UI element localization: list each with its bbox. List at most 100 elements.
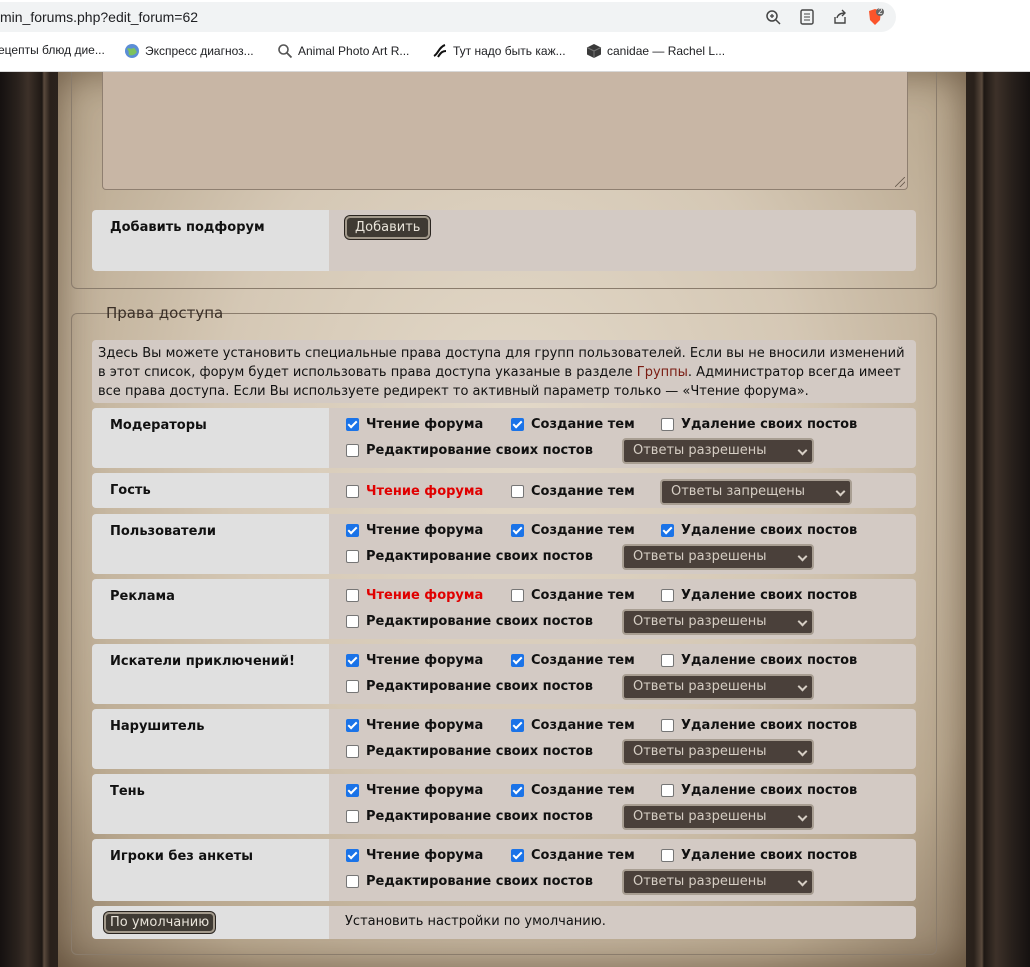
create-permission[interactable]: Создание тем (511, 523, 635, 538)
read-permission[interactable]: Чтение форума (346, 783, 483, 798)
read-permission[interactable]: Чтение форума (346, 588, 483, 603)
edit-permission[interactable]: Редактирование своих постов (346, 679, 593, 694)
read-permission[interactable]: Чтение форума (346, 848, 483, 863)
read-checkbox[interactable] (346, 784, 359, 797)
create-permission[interactable]: Создание тем (511, 848, 635, 863)
reader-mode-icon[interactable] (798, 8, 816, 26)
edit-permission[interactable]: Редактирование своих постов (346, 874, 593, 889)
share-icon[interactable] (831, 8, 849, 26)
description-textarea[interactable] (102, 72, 908, 190)
group-row: Тень Чтение форума Создание тем Удаление св… (92, 774, 916, 834)
create-label: Создание тем (531, 848, 635, 863)
edit-checkbox[interactable] (346, 444, 359, 457)
create-permission[interactable]: Создание тем (511, 417, 635, 432)
brave-shield-icon[interactable]: 2 (866, 7, 884, 26)
read-label: Чтение форума (366, 848, 484, 863)
bookmark-item[interactable]: Экспресс диагноз... (124, 43, 254, 59)
delete-permission[interactable]: Удаление своих постов (661, 523, 857, 538)
zoom-icon[interactable] (764, 8, 782, 26)
group-name: Тень (92, 774, 329, 834)
read-checkbox[interactable] (346, 524, 359, 537)
read-checkbox[interactable] (346, 589, 359, 602)
replies-select[interactable]: Ответы разрешены (622, 739, 814, 765)
replies-select-value: Ответы разрешены (633, 614, 767, 629)
defaults-button[interactable]: По умолчанию (104, 912, 216, 933)
create-permission[interactable]: Создание тем (511, 653, 635, 668)
create-permission[interactable]: Создание тем (511, 484, 635, 499)
edit-checkbox[interactable] (346, 810, 359, 823)
replies-select[interactable]: Ответы разрешены (622, 869, 814, 895)
edit-permission[interactable]: Редактирование своих постов (346, 443, 593, 458)
edit-checkbox[interactable] (346, 680, 359, 693)
read-checkbox[interactable] (346, 849, 359, 862)
replies-select[interactable]: Ответы разрешены (622, 804, 814, 830)
delete-checkbox[interactable] (661, 524, 674, 537)
create-checkbox[interactable] (511, 524, 524, 537)
create-checkbox[interactable] (511, 784, 524, 797)
bookmark-item[interactable]: ецепты блюд дие... (0, 43, 105, 57)
delete-checkbox[interactable] (661, 654, 674, 667)
group-row: Реклама Чтение форума Создание тем Удаление… (92, 579, 916, 639)
bookmark-item[interactable]: canidae — Rachel L... (586, 43, 725, 59)
create-permission[interactable]: Создание тем (511, 718, 635, 733)
edit-checkbox[interactable] (346, 875, 359, 888)
address-url[interactable]: min_forums.php?edit_forum=62 (0, 9, 198, 25)
delete-checkbox[interactable] (661, 589, 674, 602)
edit-permission[interactable]: Редактирование своих постов (346, 549, 593, 564)
read-permission[interactable]: Чтение форума (346, 523, 483, 538)
delete-checkbox[interactable] (661, 719, 674, 732)
globe-icon (124, 43, 140, 59)
create-permission[interactable]: Создание тем (511, 783, 635, 798)
create-checkbox[interactable] (511, 719, 524, 732)
replies-select[interactable]: Ответы запрещены (660, 479, 852, 505)
edit-checkbox[interactable] (346, 550, 359, 563)
replies-select[interactable]: Ответы разрешены (622, 674, 814, 700)
add-subforum-button[interactable]: Добавить (345, 216, 431, 239)
delete-checkbox[interactable] (661, 418, 674, 431)
create-label: Создание тем (531, 653, 635, 668)
bookmark-item[interactable]: Animal Photo Art R... (277, 43, 409, 59)
defaults-row: По умолчанию Установить настройки по умо… (92, 906, 916, 939)
chevron-down-icon (797, 445, 808, 456)
edit-permission[interactable]: Редактирование своих постов (346, 809, 593, 824)
delete-permission[interactable]: Удаление своих постов (661, 588, 857, 603)
read-permission[interactable]: Чтение форума (346, 417, 483, 432)
delete-checkbox[interactable] (661, 849, 674, 862)
permissions-legend: Права доступа (106, 304, 224, 322)
delete-checkbox[interactable] (661, 784, 674, 797)
resize-grip-icon[interactable] (895, 177, 905, 187)
group-name: Искатели приключений! (92, 644, 329, 704)
read-checkbox[interactable] (346, 719, 359, 732)
chevron-down-icon (797, 681, 808, 692)
replies-select[interactable]: Ответы разрешены (622, 544, 814, 570)
groups-link[interactable]: Группы (637, 365, 688, 380)
replies-select-value: Ответы разрешены (633, 809, 767, 824)
create-permission[interactable]: Создание тем (511, 588, 635, 603)
edit-permission[interactable]: Редактирование своих постов (346, 614, 593, 629)
replies-select[interactable]: Ответы разрешены (622, 609, 814, 635)
create-checkbox[interactable] (511, 654, 524, 667)
read-checkbox[interactable] (346, 418, 359, 431)
read-checkbox[interactable] (346, 485, 359, 498)
bookmark-item[interactable]: Тут надо быть каж... (432, 43, 566, 59)
create-checkbox[interactable] (511, 589, 524, 602)
delete-permission[interactable]: Удаление своих постов (661, 718, 857, 733)
read-checkbox[interactable] (346, 654, 359, 667)
replies-select[interactable]: Ответы разрешены (622, 438, 814, 464)
delete-permission[interactable]: Удаление своих постов (661, 848, 857, 863)
delete-permission[interactable]: Удаление своих постов (661, 653, 857, 668)
edit-checkbox[interactable] (346, 745, 359, 758)
edit-checkbox[interactable] (346, 615, 359, 628)
delete-permission[interactable]: Удаление своих постов (661, 417, 857, 432)
read-permission[interactable]: Чтение форума (346, 484, 483, 499)
defaults-description: Установить настройки по умолчанию. (345, 914, 606, 929)
create-checkbox[interactable] (511, 485, 524, 498)
delete-permission[interactable]: Удаление своих постов (661, 783, 857, 798)
create-checkbox[interactable] (511, 418, 524, 431)
read-label: Чтение форума (366, 718, 484, 733)
address-bar[interactable]: min_forums.php?edit_forum=62 2 (0, 2, 896, 32)
read-permission[interactable]: Чтение форума (346, 653, 483, 668)
edit-permission[interactable]: Редактирование своих постов (346, 744, 593, 759)
read-permission[interactable]: Чтение форума (346, 718, 483, 733)
create-checkbox[interactable] (511, 849, 524, 862)
